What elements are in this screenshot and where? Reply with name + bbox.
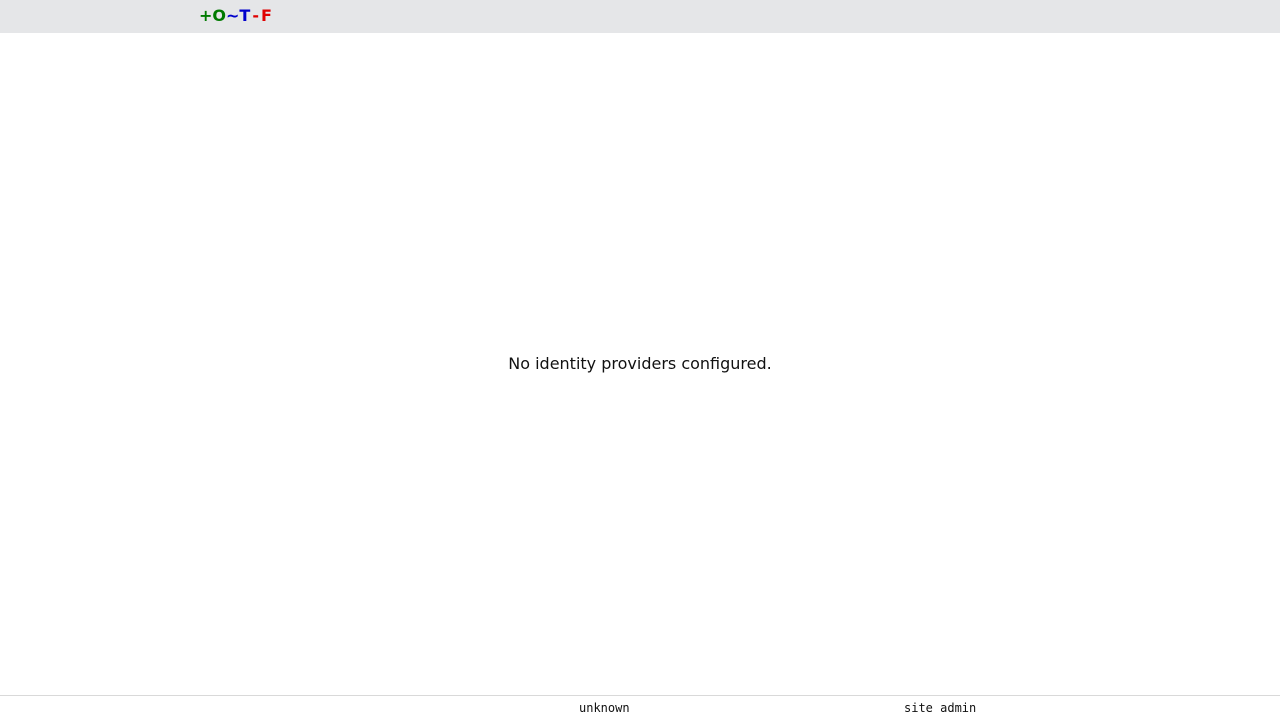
logo-f-glyph: F	[260, 6, 272, 25]
top-navigation-bar: +O~T - F	[0, 0, 1280, 33]
logo-plus-glyph: +	[199, 6, 213, 25]
footer-user-role: site admin	[904, 701, 977, 715]
footer-current-user: unknown	[579, 701, 630, 715]
logo-dash-glyph: -	[252, 6, 259, 25]
empty-identity-providers-message: No identity providers configured.	[508, 354, 772, 373]
logo-o-glyph: O	[212, 6, 227, 25]
logo-tilde-glyph: ~	[226, 6, 240, 25]
logo-t-glyph: T	[239, 6, 251, 25]
app-logo-link[interactable]: +O~T - F	[199, 6, 272, 26]
status-footer: unknown site admin	[0, 695, 1280, 720]
identity-providers-main-content: No identity providers configured.	[0, 33, 1280, 695]
